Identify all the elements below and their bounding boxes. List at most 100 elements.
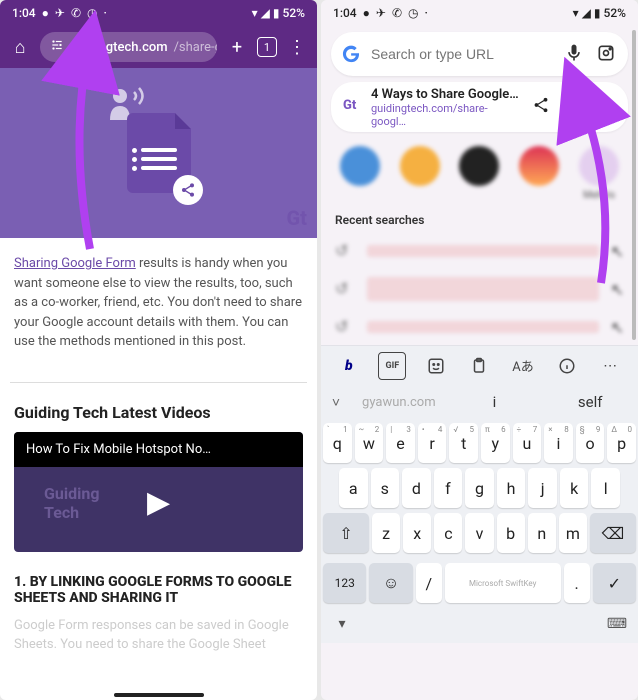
google-icon bbox=[341, 44, 361, 64]
shortcut-item[interactable] bbox=[518, 146, 560, 201]
key-f[interactable]: f bbox=[434, 468, 463, 508]
more-icon[interactable]: ⋯ bbox=[596, 352, 624, 380]
battery-text: 52% bbox=[283, 6, 305, 20]
sticker-icon[interactable] bbox=[422, 352, 450, 380]
history-icon: ↺ bbox=[335, 317, 355, 337]
play-icon[interactable]: ▶ bbox=[147, 485, 170, 520]
nav-keyboard-icon[interactable]: ⌨ bbox=[604, 611, 630, 637]
insert-arrow-icon[interactable]: ↖ bbox=[611, 280, 624, 299]
suggestion-word[interactable]: i bbox=[447, 393, 543, 411]
key-v[interactable]: v bbox=[465, 513, 493, 553]
search-bar[interactable] bbox=[331, 32, 628, 76]
insert-arrow-icon[interactable]: ↖ bbox=[611, 242, 624, 261]
video-card[interactable]: How To Fix Mobile Hotspot No… GuidingTec… bbox=[14, 432, 303, 552]
key-w[interactable]: w2~ bbox=[355, 423, 384, 463]
recent-search-item[interactable]: ↺ ↖ bbox=[321, 309, 638, 345]
site-settings-icon bbox=[50, 38, 64, 56]
key-u[interactable]: u7÷ bbox=[513, 423, 542, 463]
backspace-key[interactable]: ⌫ bbox=[590, 513, 636, 553]
key-b[interactable]: b bbox=[497, 513, 525, 553]
key-y[interactable]: y6π bbox=[481, 423, 510, 463]
mic-icon[interactable] bbox=[564, 43, 586, 65]
recent-search-item[interactable]: ↺ ↖ bbox=[321, 269, 638, 309]
suggestion-word[interactable]: self bbox=[542, 393, 638, 411]
slash-key[interactable]: / bbox=[416, 563, 442, 603]
key-j[interactable]: j bbox=[528, 468, 557, 508]
shortcut-item[interactable]: Mehvis bbox=[578, 146, 620, 201]
key-i[interactable]: i8× bbox=[544, 423, 573, 463]
article-link[interactable]: Sharing Google Form bbox=[14, 256, 136, 271]
url-field[interactable]: guidingtech.com/share-g bbox=[40, 32, 217, 62]
gt-favicon: Gt bbox=[343, 98, 361, 116]
suggestion-word[interactable]: gyawun.com bbox=[351, 395, 447, 410]
key-g[interactable]: g bbox=[465, 468, 494, 508]
home-indicator[interactable] bbox=[114, 693, 204, 697]
key-h[interactable]: h bbox=[497, 468, 526, 508]
key-x[interactable]: x bbox=[403, 513, 431, 553]
overflow-menu-icon[interactable]: ⋮ bbox=[283, 37, 311, 58]
clipboard-icon[interactable] bbox=[465, 352, 493, 380]
space-key[interactable]: Microsoft SwiftKey bbox=[445, 563, 561, 603]
status-time: 1:04 bbox=[333, 6, 357, 20]
emoji-key[interactable]: ☺ bbox=[369, 563, 412, 603]
key-k[interactable]: k bbox=[560, 468, 589, 508]
key-p[interactable]: p0∆ bbox=[607, 423, 636, 463]
suggestion-url: guidingtech.com/share-googl… bbox=[371, 102, 520, 128]
copy-icon[interactable] bbox=[562, 96, 584, 118]
keyboard-toolbar: b GIF Aあ ⋯ bbox=[321, 345, 638, 385]
tab-switcher[interactable]: 1 bbox=[257, 37, 277, 57]
recent-search-item[interactable]: ↺ ↖ bbox=[321, 233, 638, 269]
status-bar: 1:04 ● ✈ ✆ ◷ · ▾ ◢ ▮ 52% bbox=[321, 0, 638, 26]
search-input[interactable] bbox=[371, 46, 554, 62]
key-c[interactable]: c bbox=[434, 513, 462, 553]
suggestion-card[interactable]: Gt 4 Ways to Share Google F… guidingtech… bbox=[331, 82, 628, 132]
translate-icon[interactable]: Aあ bbox=[509, 352, 537, 380]
gif-icon[interactable]: GIF bbox=[378, 352, 406, 380]
wifi-icon: ▾ bbox=[252, 6, 258, 20]
url-domain: guidingtech.com bbox=[70, 40, 168, 55]
key-t[interactable]: t5√ bbox=[449, 423, 478, 463]
key-a[interactable]: a bbox=[339, 468, 368, 508]
recent-searches-label: Recent searches bbox=[321, 205, 638, 233]
key-o[interactable]: o9§ bbox=[576, 423, 605, 463]
key-q[interactable]: q1` bbox=[323, 423, 352, 463]
collapse-icon[interactable]: ˅ bbox=[321, 394, 351, 411]
scrollbar[interactable] bbox=[632, 30, 636, 340]
whatsapp-icon: ✆ bbox=[71, 6, 81, 20]
key-z[interactable]: z bbox=[372, 513, 400, 553]
info-icon[interactable] bbox=[553, 352, 581, 380]
key-d[interactable]: d bbox=[402, 468, 431, 508]
shortcut-item[interactable] bbox=[399, 146, 441, 201]
section-heading-1: 1. BY LINKING GOOGLE FORMS TO GOOGLE SHE… bbox=[0, 552, 317, 612]
shortcut-item[interactable] bbox=[459, 146, 501, 201]
insert-arrow-icon[interactable]: ↖ bbox=[611, 318, 624, 337]
chat-icon: ● bbox=[42, 6, 49, 20]
divider bbox=[10, 382, 307, 383]
telegram-icon: ✈ bbox=[376, 6, 386, 20]
shortcut-item[interactable] bbox=[339, 146, 381, 201]
edit-icon[interactable] bbox=[594, 96, 616, 118]
enter-key[interactable]: ✓ bbox=[593, 563, 636, 603]
left-screenshot: 1:04 ● ✈ ✆ ◷ · ▾ ◢ ▮ 52% ⌂ guidingtech.c… bbox=[0, 0, 317, 700]
url-path: /share-g bbox=[174, 40, 217, 55]
home-icon[interactable]: ⌂ bbox=[6, 37, 34, 58]
signal-icon: ◢ bbox=[582, 6, 591, 20]
nav-back-icon[interactable]: ▾ bbox=[329, 611, 355, 637]
gt-text-watermark: GuidingTech bbox=[44, 484, 99, 522]
history-icon: ↺ bbox=[335, 241, 355, 261]
key-r[interactable]: r4• bbox=[418, 423, 447, 463]
bing-icon[interactable]: b bbox=[335, 352, 363, 380]
lens-icon[interactable] bbox=[596, 43, 618, 65]
share-icon[interactable] bbox=[530, 96, 552, 118]
key-s[interactable]: s bbox=[371, 468, 400, 508]
key-l[interactable]: l bbox=[591, 468, 620, 508]
key-e[interactable]: e3| bbox=[386, 423, 415, 463]
period-key[interactable]: . bbox=[564, 563, 590, 603]
new-tab-icon[interactable]: + bbox=[223, 37, 251, 58]
numbers-key[interactable]: 123 bbox=[323, 563, 366, 603]
url-bar: ⌂ guidingtech.com/share-g + 1 ⋮ bbox=[0, 26, 317, 68]
key-m[interactable]: m bbox=[559, 513, 587, 553]
shift-key[interactable]: ⇧ bbox=[323, 513, 369, 553]
whatsapp-icon: ✆ bbox=[392, 6, 402, 20]
key-n[interactable]: n bbox=[528, 513, 556, 553]
